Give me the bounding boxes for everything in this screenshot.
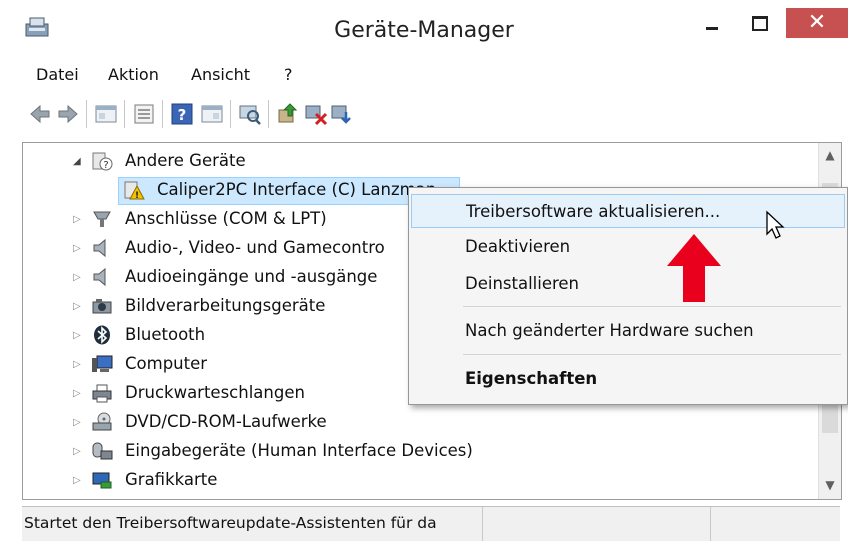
back-arrow-icon[interactable] [28, 102, 52, 126]
hid-icon [92, 442, 113, 460]
tree-item-label: DVD/CD-ROM-Laufwerke [125, 412, 327, 431]
printer-icon [92, 384, 112, 403]
close-button[interactable]: ✕ [786, 8, 848, 38]
menu-aktion[interactable]: Aktion [108, 65, 159, 84]
speaker-icon [93, 267, 106, 287]
scan-hardware-icon[interactable] [238, 102, 262, 126]
mouse-pointer-icon [766, 210, 785, 239]
dvd-drive-icon [92, 412, 112, 431]
menu-ansicht[interactable]: Ansicht [191, 65, 250, 84]
expand-arrow-icon[interactable]: ▷ [73, 475, 81, 486]
svg-text:!: ! [135, 191, 139, 200]
tree-item-label: Andere Geräte [125, 151, 246, 170]
speaker-icon [93, 238, 106, 258]
menu-item-label: Eigenschaften [465, 369, 598, 388]
scroll-up-icon[interactable]: ▲ [819, 145, 841, 165]
red-up-arrow-icon [667, 234, 721, 302]
status-text: Startet den Treibersoftwareupdate-Assist… [24, 514, 437, 532]
close-icon: ✕ [807, 10, 827, 35]
camera-icon [92, 299, 112, 314]
status-bar: Startet den Treibersoftwareupdate-Assist… [22, 506, 840, 541]
bluetooth-icon [94, 325, 110, 345]
warning-device-icon: ! [124, 181, 145, 200]
menu-item-deinstallieren[interactable]: Deinstallieren [411, 267, 845, 301]
menu-help[interactable]: ? [284, 65, 293, 84]
tree-item-label: Audioeingänge und -ausgänge [125, 267, 378, 286]
menu-item-label: Nach geänderter Hardware suchen [465, 321, 754, 340]
expand-arrow-icon[interactable]: ▷ [73, 214, 81, 225]
expand-arrow-icon[interactable]: ▷ [73, 446, 81, 457]
disable-device-icon[interactable] [304, 102, 328, 126]
expand-arrow-icon[interactable]: ▷ [73, 330, 81, 341]
tree-item-label: Audio-, Video- und Gamecontro [125, 238, 385, 257]
menu-item-label: Deaktivieren [465, 237, 571, 256]
properties-icon[interactable] [94, 102, 118, 126]
port-icon [93, 211, 111, 227]
computer-icon [92, 355, 113, 372]
update-driver-icon[interactable] [276, 102, 300, 126]
view-icon[interactable] [132, 102, 156, 126]
svg-text:?: ? [178, 106, 187, 124]
svg-text:?: ? [103, 160, 108, 171]
toolbar: ? [22, 96, 840, 134]
expand-arrow-icon[interactable]: ▷ [73, 301, 81, 312]
scroll-down-icon[interactable]: ▼ [819, 475, 841, 495]
expand-arrow-icon[interactable]: ▷ [73, 388, 81, 399]
tree-item-label: Bildverarbeitungsgeräte [125, 296, 326, 315]
menu-bar: Datei Aktion Ansicht ? [22, 60, 840, 92]
menu-separator [463, 306, 841, 307]
expand-arrow-icon[interactable]: ▷ [73, 272, 81, 283]
display-adapter-icon [92, 472, 112, 489]
tree-item-label: Computer [125, 354, 208, 373]
minimize-button[interactable] [688, 8, 734, 38]
expand-arrow-icon[interactable]: ▷ [73, 243, 81, 254]
maximize-button[interactable] [736, 8, 782, 38]
view-details-icon[interactable] [200, 102, 224, 126]
menu-datei[interactable]: Datei [36, 65, 79, 84]
context-menu: Treibersoftware aktualisieren... Deaktiv… [408, 187, 848, 405]
collapse-arrow-icon[interactable]: ◢ [73, 156, 81, 167]
expand-arrow-icon[interactable]: ▷ [73, 359, 81, 370]
tree-item-label: Grafikkarte [125, 470, 218, 489]
title-bar: Geräte-Manager ✕ [0, 0, 848, 58]
uninstall-device-icon[interactable] [330, 102, 354, 126]
menu-item-eigenschaften[interactable]: Eigenschaften [411, 362, 845, 396]
tree-item-label: Caliper2PC Interface (C) Lanzman [157, 180, 437, 199]
help-icon[interactable]: ? [170, 102, 194, 126]
menu-separator [463, 354, 841, 355]
tree-item-label: Anschlüsse (COM & LPT) [125, 209, 327, 228]
tree-item-caliper2pc[interactable]: ! Caliper2PC Interface (C) Lanzman [23, 176, 463, 205]
expand-arrow-icon[interactable]: ▷ [73, 417, 81, 428]
unknown-device-icon: ? [92, 152, 113, 171]
menu-item-scan-hardware[interactable]: Nach geänderter Hardware suchen [411, 314, 845, 348]
tree-item-label: Bluetooth [125, 325, 206, 344]
menu-item-label: Treibersoftware aktualisieren... [466, 202, 721, 221]
tree-item-label: Druckwarteschlangen [125, 383, 305, 402]
forward-arrow-icon[interactable] [56, 102, 80, 126]
tree-item-label: Eingabegeräte (Human Interface Devices) [125, 441, 473, 460]
menu-item-label: Deinstallieren [465, 274, 580, 293]
